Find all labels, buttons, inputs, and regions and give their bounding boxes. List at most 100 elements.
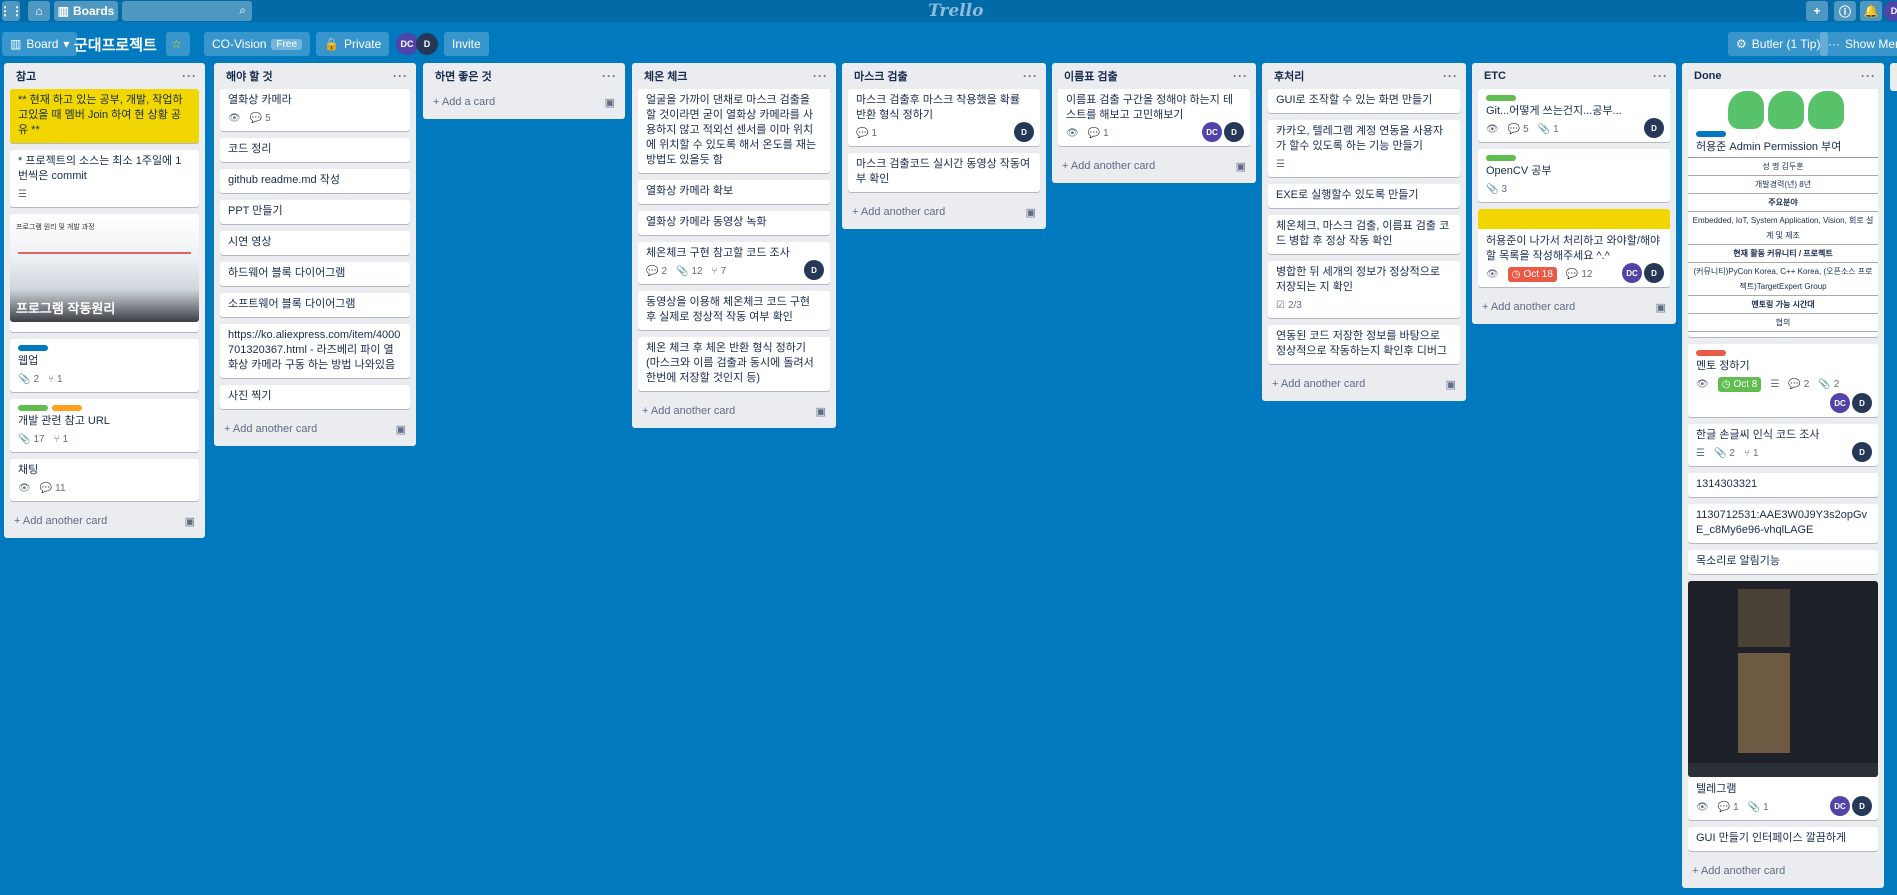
add-card-button[interactable]: + Add another card <box>1688 858 1878 884</box>
avatar[interactable]: D <box>1014 122 1034 142</box>
card[interactable]: 시연 영상 <box>220 231 410 255</box>
invite-button[interactable]: Invite <box>444 32 489 56</box>
board-view-button[interactable]: ▥ Board ▾ <box>2 32 78 56</box>
card[interactable]: 이름표 검출 구간을 정해야 하는지 테스트를 해보고 고민해보기 👁 💬 1 DC… <box>1058 89 1250 146</box>
list-title[interactable]: 해야 할 것 <box>226 68 273 84</box>
card[interactable]: 소프트웨어 블록 다이어그램 <box>220 293 410 317</box>
card[interactable]: 멘토 정하기 👁 ◷ Oct 8 ☰ 💬 2 📎 2 DC D <box>1688 344 1878 417</box>
card[interactable]: 한글 손글씨 인식 코드 조사 ☰ 📎 2 ⑂ 1 D <box>1688 424 1878 466</box>
avatar[interactable]: DC <box>1830 393 1850 413</box>
add-card-button[interactable]: + Add another card ▣ <box>1058 153 1250 179</box>
card[interactable]: 병합한 뒤 세개의 정보가 정상적으로 저장되는 지 확인 ☑ 2/3 <box>1268 261 1460 318</box>
star-icon[interactable]: ☆ <box>166 32 190 56</box>
avatar[interactable]: D <box>804 260 824 280</box>
template-icon[interactable]: ▣ <box>1236 160 1246 173</box>
add-card-button[interactable]: + Add another card ▣ <box>1478 294 1670 320</box>
template-icon[interactable]: ▣ <box>185 515 195 528</box>
team-button[interactable]: CO-Vision Free <box>204 32 311 56</box>
list-header[interactable]: 참고 ··· <box>10 63 199 89</box>
card[interactable]: 사진 찍기 <box>220 385 410 409</box>
info-icon[interactable]: ⓘ <box>1834 1 1856 21</box>
card[interactable]: https://ko.aliexpress.com/item/400070132… <box>220 324 410 378</box>
more-icon[interactable]: ··· <box>1653 69 1668 83</box>
privacy-button[interactable]: 🔒 Private <box>316 32 390 56</box>
add-card-button[interactable]: + Add another card ▣ <box>638 398 830 424</box>
avatar[interactable]: D <box>416 33 438 55</box>
avatar[interactable]: D <box>1224 122 1244 142</box>
card[interactable]: 얼굴을 가까이 댄채로 마스크 검출을 할 것이라면 굳이 열화상 카메라를 사… <box>638 89 830 173</box>
avatar[interactable]: D <box>1644 263 1664 283</box>
card[interactable]: OpenCV 공부 📎 3 <box>1478 149 1670 202</box>
card[interactable]: 허용준이 나가서 처리하고 와야할/해야 할 목록을 작성해주세요 ^.^ 👁 ◷… <box>1478 209 1670 287</box>
list-title[interactable]: 하면 좋은 것 <box>435 68 492 84</box>
template-icon[interactable]: ▣ <box>1026 206 1036 219</box>
card[interactable]: EXE로 실행할수 있도록 만들기 <box>1268 184 1460 208</box>
card[interactable]: Git...어떻게 쓰는건지...공부... 👁 💬 5 📎 1 D <box>1478 89 1670 142</box>
apps-icon[interactable]: ⋮⋮ <box>0 1 23 21</box>
card[interactable]: 카카오, 텔레그램 계정 연동을 사용자가 할수 있도록 하는 기능 만들기 ☰ <box>1268 120 1460 177</box>
show-menu-button[interactable]: ··· Show Menu <box>1820 32 1897 56</box>
more-icon[interactable]: ··· <box>602 69 617 83</box>
card[interactable]: PPT 만들기 <box>220 200 410 224</box>
more-icon[interactable]: ··· <box>1233 69 1248 83</box>
avatar[interactable]: DC <box>1622 263 1642 283</box>
card[interactable]: 열화상 카메라 확보 <box>638 180 830 204</box>
more-icon[interactable]: ··· <box>813 69 828 83</box>
card[interactable]: 마스크 검출후 마스크 착용했을 확률 반환 형식 정하기 💬 1 D <box>848 89 1040 146</box>
more-icon[interactable]: ··· <box>182 69 197 83</box>
template-icon[interactable]: ▣ <box>1656 301 1666 314</box>
list-title[interactable]: 후처리 <box>1274 68 1304 84</box>
list-title[interactable]: Done <box>1694 70 1722 82</box>
search-input[interactable]: ⌕ <box>122 1 252 21</box>
card[interactable]: 개발 관련 참고 URL 📎 17 ⑂ 1 <box>10 399 199 452</box>
list-title[interactable]: 참고 <box>16 68 36 84</box>
card[interactable]: 체온체크, 마스크 검출, 이름표 검출 코드 병합 후 정상 작동 확인 <box>1268 215 1460 254</box>
list-title[interactable]: 마스크 검출 <box>854 68 908 84</box>
list-header[interactable]: ETC ··· <box>1478 63 1670 89</box>
avatar[interactable]: DC <box>1830 796 1850 816</box>
card[interactable]: 1314303321 <box>1688 473 1878 497</box>
card[interactable]: GUI 만들기 인터페이스 깔끔하게 <box>1688 827 1878 851</box>
add-card-button[interactable]: + Add another card ▣ <box>1268 371 1460 397</box>
card[interactable]: 하드웨어 블록 다이어그램 <box>220 262 410 286</box>
card[interactable]: 체온체크 구현 참고할 코드 조사 💬 2 📎 12 ⑂ 7 D <box>638 242 830 284</box>
avatar[interactable]: DC <box>1202 122 1222 142</box>
list-header[interactable]: 후처리 ··· <box>1268 63 1460 89</box>
butler-button[interactable]: ⚙ Butler (1 Tip) <box>1728 32 1829 56</box>
board-title[interactable]: 군대프로젝트 <box>74 34 157 55</box>
list-header[interactable]: 체온 체크 ··· <box>638 63 830 89</box>
list-header[interactable]: 하면 좋은 것 ··· <box>429 63 619 89</box>
due-date-badge[interactable]: ◷ Oct 8 <box>1717 377 1762 392</box>
card[interactable]: 열화상 카메라 동영상 녹화 <box>638 211 830 235</box>
list-title[interactable]: ETC <box>1484 70 1506 82</box>
avatar[interactable]: DC <box>396 33 418 55</box>
avatar[interactable]: D <box>1852 796 1872 816</box>
card[interactable]: 코드 정리 <box>220 138 410 162</box>
card[interactable]: 체온 체크 후 체온 반환 형식 정하기 (마스크와 이름 검출과 동시에 돌려… <box>638 337 830 391</box>
create-icon[interactable]: + <box>1806 1 1828 21</box>
add-card-button[interactable]: + Add another card ▣ <box>220 416 410 442</box>
card[interactable]: 마스크 검출코드 실시간 동영상 작동여부 확인 <box>848 153 1040 192</box>
card[interactable]: 동영상을 이용해 체온체크 코드 구현 후 실제로 정상적 작동 여부 확인 <box>638 291 830 330</box>
template-icon[interactable]: ▣ <box>1446 378 1456 391</box>
add-card-button[interactable]: + Add a card ▣ <box>429 89 619 115</box>
card[interactable]: 허용준 Admin Permission 부여 성 명 김두훈 개발경력(년) … <box>1688 89 1878 337</box>
due-date-badge[interactable]: ◷ Oct 18 <box>1507 267 1557 282</box>
add-card-button[interactable]: + Add another card ▣ <box>10 508 199 534</box>
template-icon[interactable]: ▣ <box>816 405 826 418</box>
avatar[interactable]: D <box>1644 118 1664 138</box>
bell-icon[interactable]: 🔔 <box>1860 1 1882 21</box>
more-icon[interactable]: ··· <box>1861 69 1876 83</box>
list-header[interactable]: 마스크 검출 ··· <box>848 63 1040 89</box>
card[interactable]: 열화상 카메라 👁 💬 5 <box>220 89 410 131</box>
avatar[interactable]: D <box>1884 1 1897 21</box>
list-header[interactable]: Done ··· <box>1688 63 1878 89</box>
card[interactable]: * 프로젝트의 소스는 최소 1주일에 1번씩은 commit ☰ <box>10 150 199 207</box>
card[interactable]: ** 현재 하고 있는 공부, 개발, 작업하고있을 때 멤버 Join 하여 … <box>10 89 199 143</box>
card[interactable]: GUI로 조작할 수 있는 화면 만들기 <box>1268 89 1460 113</box>
list-title[interactable]: 이름표 검출 <box>1064 68 1118 84</box>
avatar[interactable]: D <box>1852 442 1872 462</box>
card[interactable]: 웹업 📎 2 ⑂ 1 <box>10 339 199 392</box>
card[interactable]: 연동된 코드 저장한 정보를 바탕으로 정상적으로 작동하는지 확인후 디버그 <box>1268 325 1460 364</box>
template-icon[interactable]: ▣ <box>605 96 615 109</box>
